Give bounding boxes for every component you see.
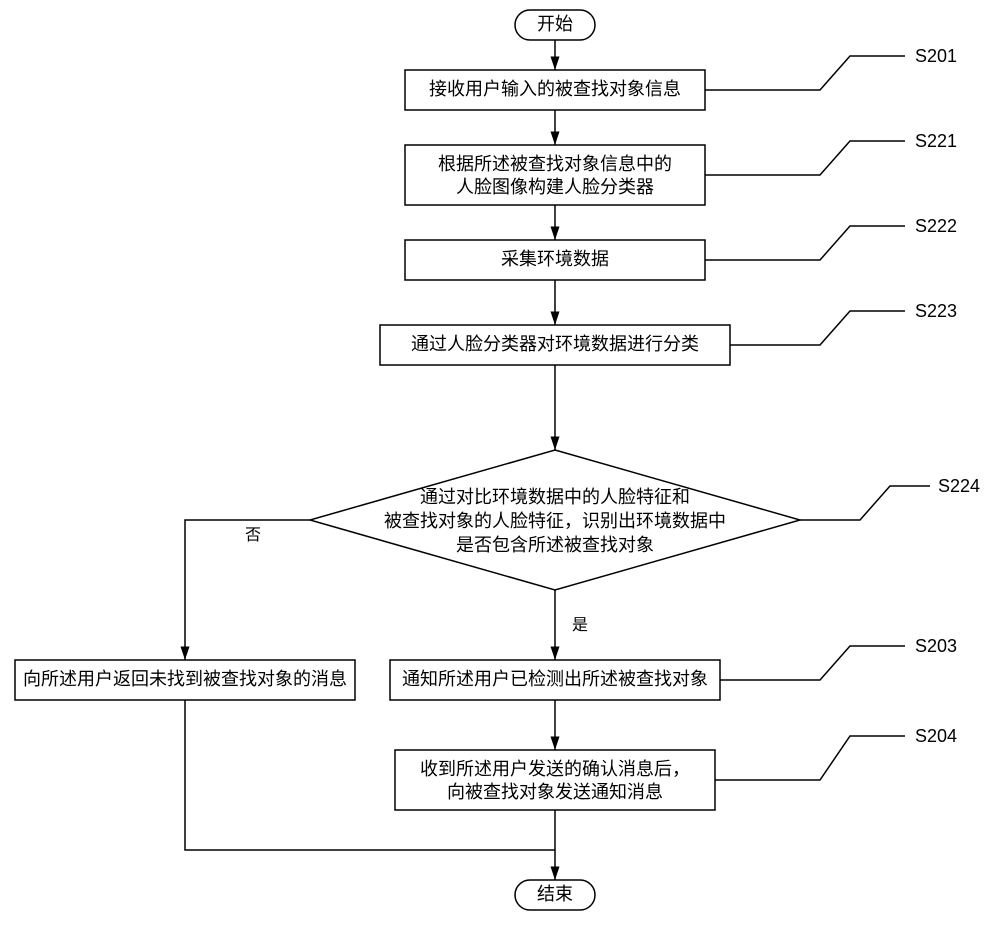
step-s221: 根据所述被查找对象信息中的 人脸图像构建人脸分类器: [405, 145, 705, 205]
s204-text2: 向被查找对象发送通知消息: [447, 782, 663, 802]
flowchart-diagram: 开始 接收用户输入的被查找对象信息 S201 根据所述被查找对象信息中的 人脸图…: [0, 0, 1000, 930]
decision-s224: 通过对比环境数据中的人脸特征和 被查找对象的人脸特征，识别出环境数据中 是否包含…: [310, 450, 800, 590]
step-s204: 收到所述用户发送的确认消息后， 向被查找对象发送通知消息: [395, 750, 715, 810]
end-label: 结束: [537, 884, 573, 904]
s224-text3: 是否包含所述被查找对象: [456, 535, 654, 555]
step-not-found: 向所述用户返回未找到被查找对象的消息: [15, 660, 355, 700]
end-node: 结束: [515, 880, 595, 910]
s204-label: S204: [915, 726, 957, 746]
callout-s203: S203: [720, 636, 957, 680]
s224-text2: 被查找对象的人脸特征，识别出环境数据中: [384, 511, 726, 531]
s221-text2: 人脸图像构建人脸分类器: [456, 177, 654, 197]
s201-label: S201: [915, 46, 957, 66]
s224-text1: 通过对比环境数据中的人脸特征和: [420, 487, 690, 507]
s223-text: 通过人脸分类器对环境数据进行分类: [411, 334, 699, 354]
s221-label: S221: [915, 131, 957, 151]
s223-label: S223: [915, 301, 957, 321]
callout-s204: S204: [715, 726, 957, 780]
callout-s222: S222: [705, 216, 957, 260]
s221-text1: 根据所述被查找对象信息中的: [438, 154, 672, 174]
s204-text1: 收到所述用户发送的确认消息后，: [420, 759, 690, 779]
callout-s223: S223: [730, 301, 957, 345]
step-s203: 通知所述用户已检测出所述被查找对象: [390, 660, 720, 700]
not-found-text: 向所述用户返回未找到被查找对象的消息: [23, 669, 347, 689]
step-s201: 接收用户输入的被查找对象信息: [405, 70, 705, 110]
s222-label: S222: [915, 216, 957, 236]
start-node: 开始: [515, 10, 595, 40]
yes-label: 是: [572, 617, 588, 634]
s222-text: 采集环境数据: [501, 249, 609, 269]
s203-text: 通知所述用户已检测出所述被查找对象: [402, 669, 708, 689]
step-s223: 通过人脸分类器对环境数据进行分类: [380, 325, 730, 365]
callout-s224: S224: [800, 476, 980, 520]
start-label: 开始: [537, 14, 573, 34]
step-s222: 采集环境数据: [405, 240, 705, 280]
callout-s221: S221: [705, 131, 957, 175]
s201-text: 接收用户输入的被查找对象信息: [429, 79, 681, 99]
s224-label: S224: [938, 476, 980, 496]
s203-label: S203: [915, 636, 957, 656]
callout-s201: S201: [705, 46, 957, 90]
no-label: 否: [245, 527, 261, 544]
